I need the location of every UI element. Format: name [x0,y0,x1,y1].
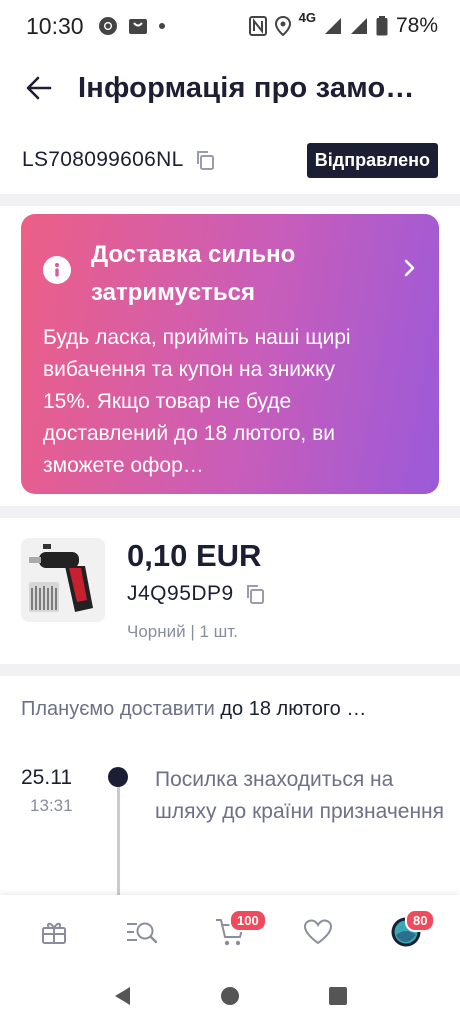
network-type: 4G [298,10,316,25]
planned-delivery-value: до 18 лютого … [214,698,367,720]
product-variant: Чорний | 1 шт. [127,622,238,641]
heart-icon [303,918,333,951]
product-sku-row: J4Q95DP9 [127,582,266,606]
back-triangle-icon[interactable] [112,985,132,1012]
shopping-bag-icon [128,16,148,36]
order-row: LS708099606NL Відправлено [0,138,460,182]
battery-level: 78% [395,14,438,37]
gift-icon [40,918,68,951]
section-divider [0,194,460,206]
signal-icon-2 [350,17,368,35]
info-icon [43,256,71,284]
delay-notice-card[interactable]: Доставка сильно затримується Будь ласка,… [21,214,439,494]
timeline-dot [108,767,128,787]
nav-cart[interactable]: 100 [205,909,267,959]
cart-badge: 100 [229,909,267,932]
chevron-right-icon[interactable] [403,258,417,283]
tracking-description: Посилка знаходиться на шляху до країни п… [155,768,445,823]
nav-wishlist[interactable] [293,909,343,959]
header: Інформація про замо… [0,58,460,118]
status-bar: 10:30 4G 78% [0,0,460,52]
bottom-nav: 100 80 [0,895,460,973]
order-tracking-number: LS708099606NL [22,148,184,171]
dot-icon [158,22,166,30]
planned-delivery: Плануємо доставити до 18 лютого … [21,698,441,721]
nav-categories[interactable] [117,909,167,959]
section-divider [0,664,460,676]
delay-title: Доставка сильно затримується [91,241,296,306]
copy-icon[interactable] [194,149,216,171]
chrome-icon [98,16,118,36]
home-circle-icon[interactable] [220,986,240,1011]
planned-delivery-label: Плануємо доставити [21,698,215,720]
arrow-left-icon[interactable] [24,73,54,103]
product-item[interactable]: 0,10 EUR J4Q95DP9 Чорний | 1 шт. [0,532,460,652]
battery-icon [376,16,388,36]
nav-account[interactable]: 80 [381,909,436,959]
location-icon [274,16,291,36]
status-time: 10:30 [26,12,84,39]
tracking-event: 25.11 13:31 Посилка знаходиться на шляху… [0,762,460,902]
tracking-date: 25.11 [21,766,72,789]
timeline-line [116,787,120,902]
copy-icon[interactable] [244,583,266,605]
system-nav-bar [0,973,460,1024]
section-divider [0,506,460,518]
delay-message: Будь ласка, прийміть наші щирі вибачення… [43,326,351,477]
product-image[interactable] [21,538,105,622]
product-sku: J4Q95DP9 [127,582,234,605]
nav-home[interactable] [29,909,79,959]
account-badge: 80 [405,909,436,932]
search-list-icon [125,919,159,950]
tracking-time: 13:31 [30,796,73,815]
nfc-icon [248,16,267,36]
product-price: 0,10 EUR [127,538,262,573]
status-badge: Відправлено [306,142,438,178]
signal-icon [324,17,342,35]
page-title: Інформація про замо… [78,71,415,104]
recents-square-icon[interactable] [328,986,348,1011]
